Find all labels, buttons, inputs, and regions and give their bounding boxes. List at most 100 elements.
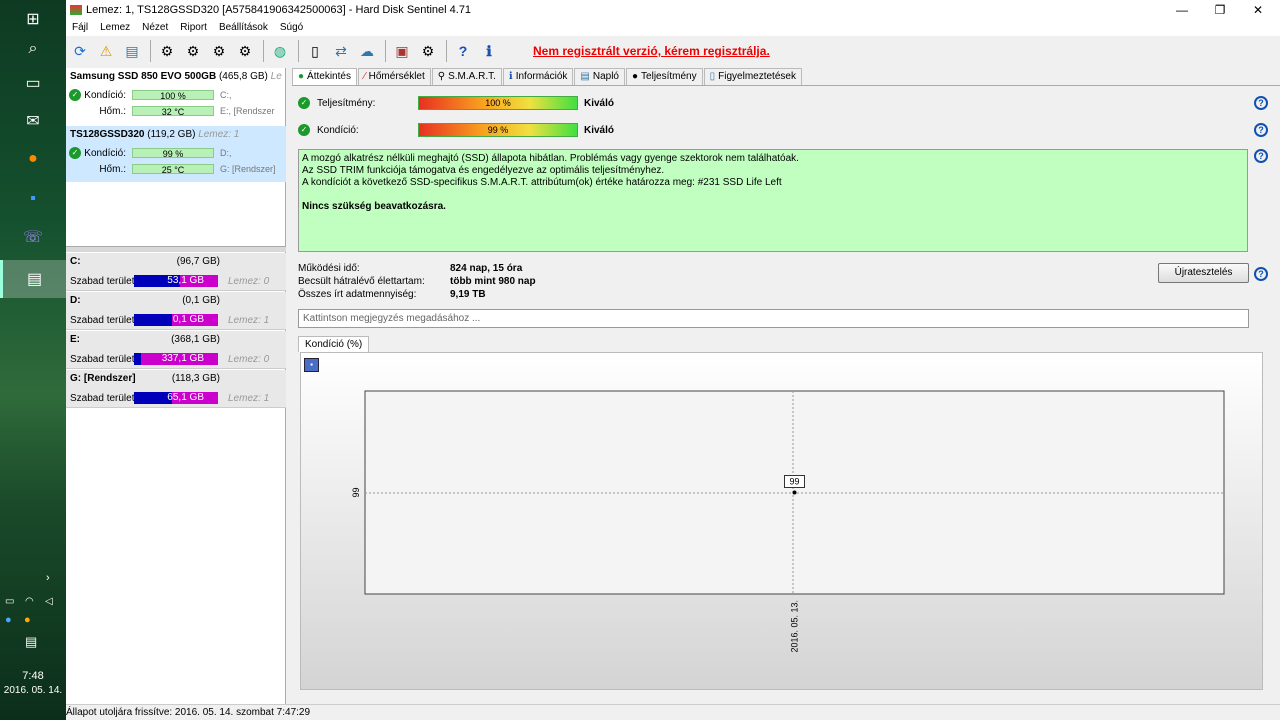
disk-item[interactable]: Samsung SSD 850 EVO 500GB (465,8 GB) Le …: [66, 68, 286, 124]
partition-name: D:: [70, 295, 81, 306]
tab-performance[interactable]: ● Teljesítmény: [626, 68, 703, 85]
clock-date[interactable]: 2016. 05. 14.: [0, 685, 66, 696]
tab-label: Teljesítmény: [641, 71, 697, 82]
clock-time[interactable]: 7:48: [0, 670, 66, 682]
minimize-button[interactable]: —: [1164, 0, 1200, 20]
condition-drives: D:,: [220, 148, 232, 158]
tab-log[interactable]: ▤ Napló: [574, 68, 625, 85]
task-view-icon[interactable]: ▭: [0, 64, 66, 102]
search-icon[interactable]: ⌕: [0, 30, 66, 68]
menu-disk[interactable]: Lemez: [94, 20, 136, 36]
sync-icon[interactable]: ⇄: [329, 39, 353, 63]
tab-temperature[interactable]: ⁄ Hőmérséklet: [357, 68, 431, 85]
tab-alerts[interactable]: ▯ Figyelmeztetések: [703, 68, 802, 85]
y-tick-label: 99: [351, 487, 361, 497]
alert-icon[interactable]: ⚠: [94, 39, 118, 63]
globe-icon[interactable]: ◍: [268, 39, 292, 63]
monitor-icon[interactable]: ▣: [390, 39, 414, 63]
status-message-box: A mozgó alkatrész nélküli meghajtó (SSD)…: [298, 149, 1248, 252]
performance-bar: 100 %: [418, 96, 578, 110]
help-icon[interactable]: ?: [1254, 123, 1268, 137]
disk-test2-icon[interactable]: ⚙: [181, 39, 205, 63]
remaining-row: Becsült hátralévő élettartam: több mint …: [298, 276, 536, 289]
help-icon[interactable]: ?: [451, 39, 475, 63]
smart-icon: ⚲: [437, 71, 446, 82]
menu-view[interactable]: Nézet: [136, 20, 174, 36]
partition-item[interactable]: C: (96,7 GB) Szabad terület 53,1 GB Leme…: [66, 253, 286, 291]
report-icon[interactable]: ▤: [120, 39, 144, 63]
disk-name: TS128GSSD320: [70, 129, 145, 140]
settings-icon[interactable]: ⚙: [416, 39, 440, 63]
performance-row: ✓ Teljesítmény: 100 % Kiváló: [298, 95, 614, 111]
condition-chart: ▪ 99 2016. 05. 13. 99: [300, 352, 1263, 690]
disk-test4-icon[interactable]: ⚙: [233, 39, 257, 63]
save-app-icon[interactable]: ▪: [0, 180, 66, 218]
splitter[interactable]: [66, 246, 286, 252]
note-input[interactable]: Kattintson megjegyzés megadásához ...: [298, 309, 1249, 328]
disk-tag: Lemez: 1: [198, 129, 240, 140]
toolbar-separator: [446, 40, 447, 62]
used-space-fill: [134, 314, 172, 326]
tab-information[interactable]: ℹ Információk: [502, 68, 574, 85]
chart-tab-condition[interactable]: Kondíció (%): [298, 336, 370, 352]
toolbar-separator: [150, 40, 151, 62]
help-icon[interactable]: ?: [1254, 149, 1268, 163]
hdsentinel-taskbar-icon[interactable]: ▤: [0, 260, 66, 298]
free-space-bar: 0,1 GB: [134, 314, 218, 326]
menu-report[interactable]: Riport: [174, 20, 213, 36]
register-link[interactable]: Nem regisztrált verzió, kérem regisztrál…: [533, 44, 770, 58]
disk-test-icon[interactable]: ⚙: [155, 39, 179, 63]
menu-file[interactable]: Fájl: [66, 20, 94, 36]
document-icon[interactable]: ▯: [303, 39, 327, 63]
toolbar-separator: [298, 40, 299, 62]
info-icon: ℹ: [508, 71, 513, 82]
info-icon[interactable]: ℹ: [477, 39, 501, 63]
tray-app-icon[interactable]: ●: [5, 614, 12, 626]
mail-icon[interactable]: ✉: [0, 102, 66, 140]
tab-label: Hőmérséklet: [368, 71, 425, 82]
volume-icon[interactable]: ◁: [45, 596, 53, 607]
retest-button[interactable]: Újratesztelés: [1158, 263, 1249, 283]
temp-drives: E:, [Rendszer: [220, 106, 275, 116]
written-label: Összes írt adatmennyiség:: [298, 289, 417, 300]
chevron-up-icon[interactable]: ›: [46, 572, 50, 584]
cloud-icon[interactable]: ☁: [355, 39, 379, 63]
disk-temp-row: Hőm.: 32 °C E:, [Rendszer: [70, 104, 282, 118]
disk-item-selected[interactable]: TS128GSSD320 (119,2 GB) Lemez: 1 ✓ Kondí…: [66, 126, 286, 182]
battery-icon[interactable]: ▭: [5, 596, 14, 607]
free-space-label: Szabad terület: [70, 315, 135, 326]
disk-size: (465,8 GB): [218, 71, 268, 82]
thermometer-icon: ⁄: [363, 71, 366, 82]
wifi-icon[interactable]: ◠: [25, 596, 34, 607]
tab-overview[interactable]: ● Áttekintés: [292, 68, 357, 85]
partition-item[interactable]: D: (0,1 GB) Szabad terület 0,1 GB Lemez:…: [66, 292, 286, 330]
viber-icon[interactable]: ☏: [0, 218, 66, 256]
tab-smart[interactable]: ⚲ S.M.A.R.T.: [431, 68, 502, 85]
disk-test3-icon[interactable]: ⚙: [207, 39, 231, 63]
firefox-icon[interactable]: ●: [0, 140, 66, 178]
used-space-fill: [134, 353, 141, 365]
help-icon[interactable]: ?: [1254, 96, 1268, 110]
partition-size: (118,3 GB): [171, 373, 220, 384]
close-button[interactable]: ✕: [1240, 0, 1276, 20]
disk-temp-row: Hőm.: 25 °C G: [Rendszer]: [70, 162, 282, 176]
message-line: A kondíciót a következő SSD-specifikus S…: [302, 177, 782, 188]
menu-bar: Fájl Lemez Nézet Riport Beállítások Súgó: [66, 20, 1280, 36]
temp-drives: G: [Rendszer]: [220, 164, 276, 174]
tab-label: Napló: [592, 71, 619, 82]
tray-app2-icon[interactable]: ●: [24, 614, 31, 626]
disk-header: TS128GSSD320 (119,2 GB) Lemez: 1: [70, 129, 282, 140]
menu-settings[interactable]: Beállítások: [213, 20, 274, 36]
notification-icon[interactable]: ▤: [25, 634, 37, 650]
message-line: Az SSD TRIM funkciója támogatva és enged…: [302, 165, 665, 176]
message-line: A mozgó alkatrész nélküli meghajtó (SSD)…: [302, 153, 799, 164]
disk-size: (119,2 GB): [147, 129, 196, 140]
partition-item[interactable]: G: [Rendszer] (118,3 GB) Szabad terület …: [66, 370, 286, 408]
menu-help[interactable]: Súgó: [274, 20, 309, 36]
performance-label: Teljesítmény:: [317, 97, 376, 109]
refresh-icon[interactable]: ⟳: [68, 39, 92, 63]
maximize-button[interactable]: ❐: [1202, 0, 1238, 20]
partition-item[interactable]: E: (368,1 GB) Szabad terület 337,1 GB Le…: [66, 331, 286, 369]
written-row: Összes írt adatmennyiség: 9,19 TB: [298, 289, 486, 302]
help-icon[interactable]: ?: [1254, 267, 1268, 281]
